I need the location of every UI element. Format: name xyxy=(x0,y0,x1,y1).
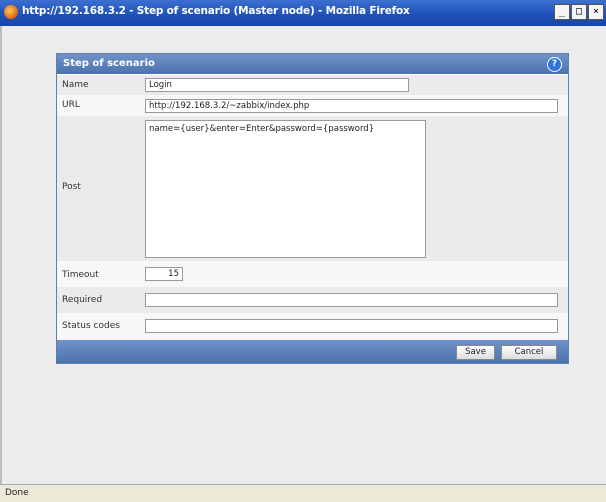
close-button[interactable]: × xyxy=(588,4,604,20)
post-textarea[interactable]: name={user}&enter=Enter&password={passwo… xyxy=(145,120,426,258)
name-input[interactable]: Login xyxy=(145,78,409,92)
step-form: Step of scenario ? Name Login URL http:/… xyxy=(56,53,569,364)
cancel-button[interactable]: Cancel xyxy=(501,345,557,360)
maximize-button[interactable]: □ xyxy=(571,4,587,20)
status-codes-label: Status codes xyxy=(62,321,120,331)
row-status-codes: Status codes xyxy=(57,313,568,340)
url-input[interactable]: http://192.168.3.2/~zabbix/index.php xyxy=(145,99,558,113)
timeout-label: Timeout xyxy=(62,270,99,280)
post-label: Post xyxy=(62,182,81,192)
name-label: Name xyxy=(62,80,89,90)
firefox-icon xyxy=(4,5,18,19)
form-footer: Save Cancel xyxy=(57,340,568,363)
form-header: Step of scenario ? xyxy=(57,54,568,74)
browser-window: http://192.168.3.2 - Step of scenario (M… xyxy=(0,0,606,502)
save-button[interactable]: Save xyxy=(456,345,495,360)
row-url: URL http://192.168.3.2/~zabbix/index.php xyxy=(57,95,568,116)
row-post: Post name={user}&enter=Enter&password={p… xyxy=(57,116,568,261)
row-name: Name Login xyxy=(57,75,568,95)
window-controls: _ □ × xyxy=(554,4,604,20)
required-input[interactable] xyxy=(145,293,558,307)
window-titlebar[interactable]: http://192.168.3.2 - Step of scenario (M… xyxy=(0,0,606,26)
status-codes-input[interactable] xyxy=(145,319,558,333)
form-title: Step of scenario xyxy=(63,58,155,69)
required-label: Required xyxy=(62,295,103,305)
status-bar: Done xyxy=(0,484,606,502)
status-text: Done xyxy=(5,488,29,498)
window-title: http://192.168.3.2 - Step of scenario (M… xyxy=(22,5,410,17)
minimize-button[interactable]: _ xyxy=(554,4,570,20)
row-timeout: Timeout 15 xyxy=(57,261,568,287)
url-label: URL xyxy=(62,100,80,110)
row-required: Required xyxy=(57,287,568,313)
timeout-input[interactable]: 15 xyxy=(145,267,183,281)
help-icon[interactable]: ? xyxy=(547,57,562,72)
